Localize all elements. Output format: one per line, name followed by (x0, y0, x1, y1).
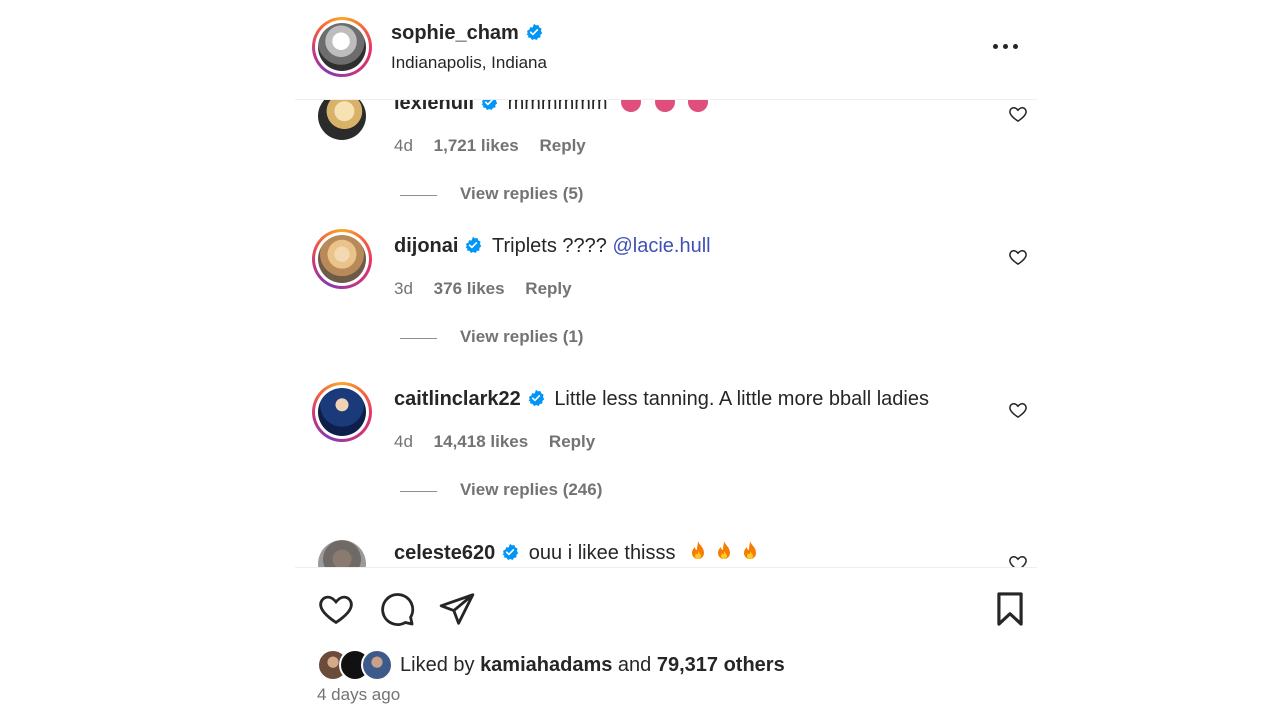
mention-link[interactable]: @lacie.hull (612, 235, 710, 257)
comment-item: celeste620 ouu i likee thisss (295, 534, 1037, 568)
heart-icon[interactable] (1008, 400, 1028, 420)
comment-item: caitlinclark22 Little less tanning. A li… (295, 382, 1037, 534)
comments-list[interactable]: lexiehull mmmmmm 4d 1,721 likes Reply Vi… (295, 100, 1037, 568)
comment-meta: 4d 1,721 likes Reply (394, 136, 602, 156)
commenter-avatar[interactable] (318, 540, 366, 567)
comment-username[interactable]: dijonai (394, 235, 458, 257)
comment-likes[interactable]: 376 likes (434, 279, 505, 298)
verified-badge-icon (526, 23, 543, 40)
post-panel: sophie_cham Indianapolis, Indiana lexieh… (295, 0, 1037, 720)
fire-emoji-icon (744, 541, 757, 559)
post-actions (295, 568, 1037, 648)
comment-meta: 4d 14,418 likes Reply (394, 432, 611, 452)
heart-icon[interactable] (1008, 553, 1028, 568)
comment-bubble-icon[interactable] (378, 590, 416, 628)
commenter-avatar[interactable] (312, 382, 372, 442)
verified-badge-icon (481, 100, 498, 110)
comment-text: Triplets ???? (492, 235, 607, 257)
comment-time: 4d (394, 136, 413, 155)
share-paper-plane-icon[interactable] (438, 590, 476, 628)
fire-emoji-icon (718, 541, 731, 559)
comment-time: 3d (394, 279, 413, 298)
comment-item: lexiehull mmmmmm 4d 1,721 likes Reply Vi… (295, 100, 1037, 238)
comment-likes[interactable]: 14,418 likes (434, 432, 529, 451)
comment-item: dijonai Triplets ???? @lacie.hull 3d 376… (295, 229, 1037, 381)
liked-by-user[interactable]: kamiahadams (480, 654, 612, 676)
reply-button[interactable]: Reply (539, 136, 585, 155)
liked-by-others[interactable]: 79,317 others (657, 654, 785, 676)
view-replies-label[interactable]: View replies (1) (460, 327, 583, 347)
fire-emoji-icon (692, 541, 705, 559)
comment-line: caitlinclark22 Little less tanning. A li… (394, 388, 929, 411)
liked-by-text: Liked by kamiahadams and 79,317 others (400, 654, 785, 677)
author-username-text[interactable]: sophie_cham (391, 22, 519, 44)
verified-badge-icon (502, 543, 519, 560)
liked-by-row: Liked by kamiahadams and 79,317 others (317, 648, 1017, 682)
liked-by-prefix: Liked by (400, 654, 475, 676)
comment-username[interactable]: lexiehull (394, 100, 474, 114)
comment-time: 4d (394, 432, 413, 451)
comment-text: ouu i likee thisss (528, 542, 676, 564)
heart-icon[interactable] (1008, 247, 1028, 267)
comment-line: lexiehull mmmmmm (394, 100, 709, 115)
verified-badge-icon (465, 236, 482, 253)
post-header: sophie_cham Indianapolis, Indiana (295, 0, 1037, 100)
commenter-avatar[interactable] (318, 100, 366, 140)
smiling-face-icon (688, 100, 709, 112)
reply-button[interactable]: Reply (549, 432, 595, 451)
comment-line: dijonai Triplets ???? @lacie.hull (394, 235, 711, 258)
comment-username[interactable]: caitlinclark22 (394, 388, 521, 410)
post-location[interactable]: Indianapolis, Indiana (391, 53, 547, 73)
comment-line: celeste620 ouu i likee thisss (394, 540, 759, 565)
heart-icon[interactable] (1008, 104, 1028, 124)
comment-text: mmmmmm (507, 100, 608, 114)
author-avatar[interactable] (312, 17, 372, 77)
bookmark-icon[interactable] (991, 590, 1029, 628)
smiling-face-icon (654, 100, 675, 112)
comment-meta: 3d 376 likes Reply (394, 279, 588, 299)
replies-divider (400, 195, 437, 196)
like-heart-icon[interactable] (317, 590, 355, 628)
replies-divider (400, 491, 437, 492)
comment-text: Little less tanning. A little more bball… (554, 388, 929, 410)
reply-button[interactable]: Reply (525, 279, 571, 298)
post-timestamp[interactable]: 4 days ago (317, 685, 400, 705)
replies-divider (400, 338, 437, 339)
verified-badge-icon (528, 389, 544, 406)
comment-likes[interactable]: 1,721 likes (434, 136, 519, 155)
liker-avatar (361, 649, 393, 681)
more-options-icon[interactable] (991, 36, 1021, 56)
comment-username[interactable]: celeste620 (394, 542, 495, 564)
view-replies-label[interactable]: View replies (5) (460, 184, 583, 204)
view-replies-label[interactable]: View replies (246) (460, 480, 602, 500)
liker-avatars[interactable] (317, 649, 397, 681)
author-username[interactable]: sophie_cham (391, 22, 543, 45)
smiling-face-icon (621, 100, 642, 112)
commenter-avatar[interactable] (312, 229, 372, 289)
liked-by-conjunction: and (617, 654, 652, 676)
